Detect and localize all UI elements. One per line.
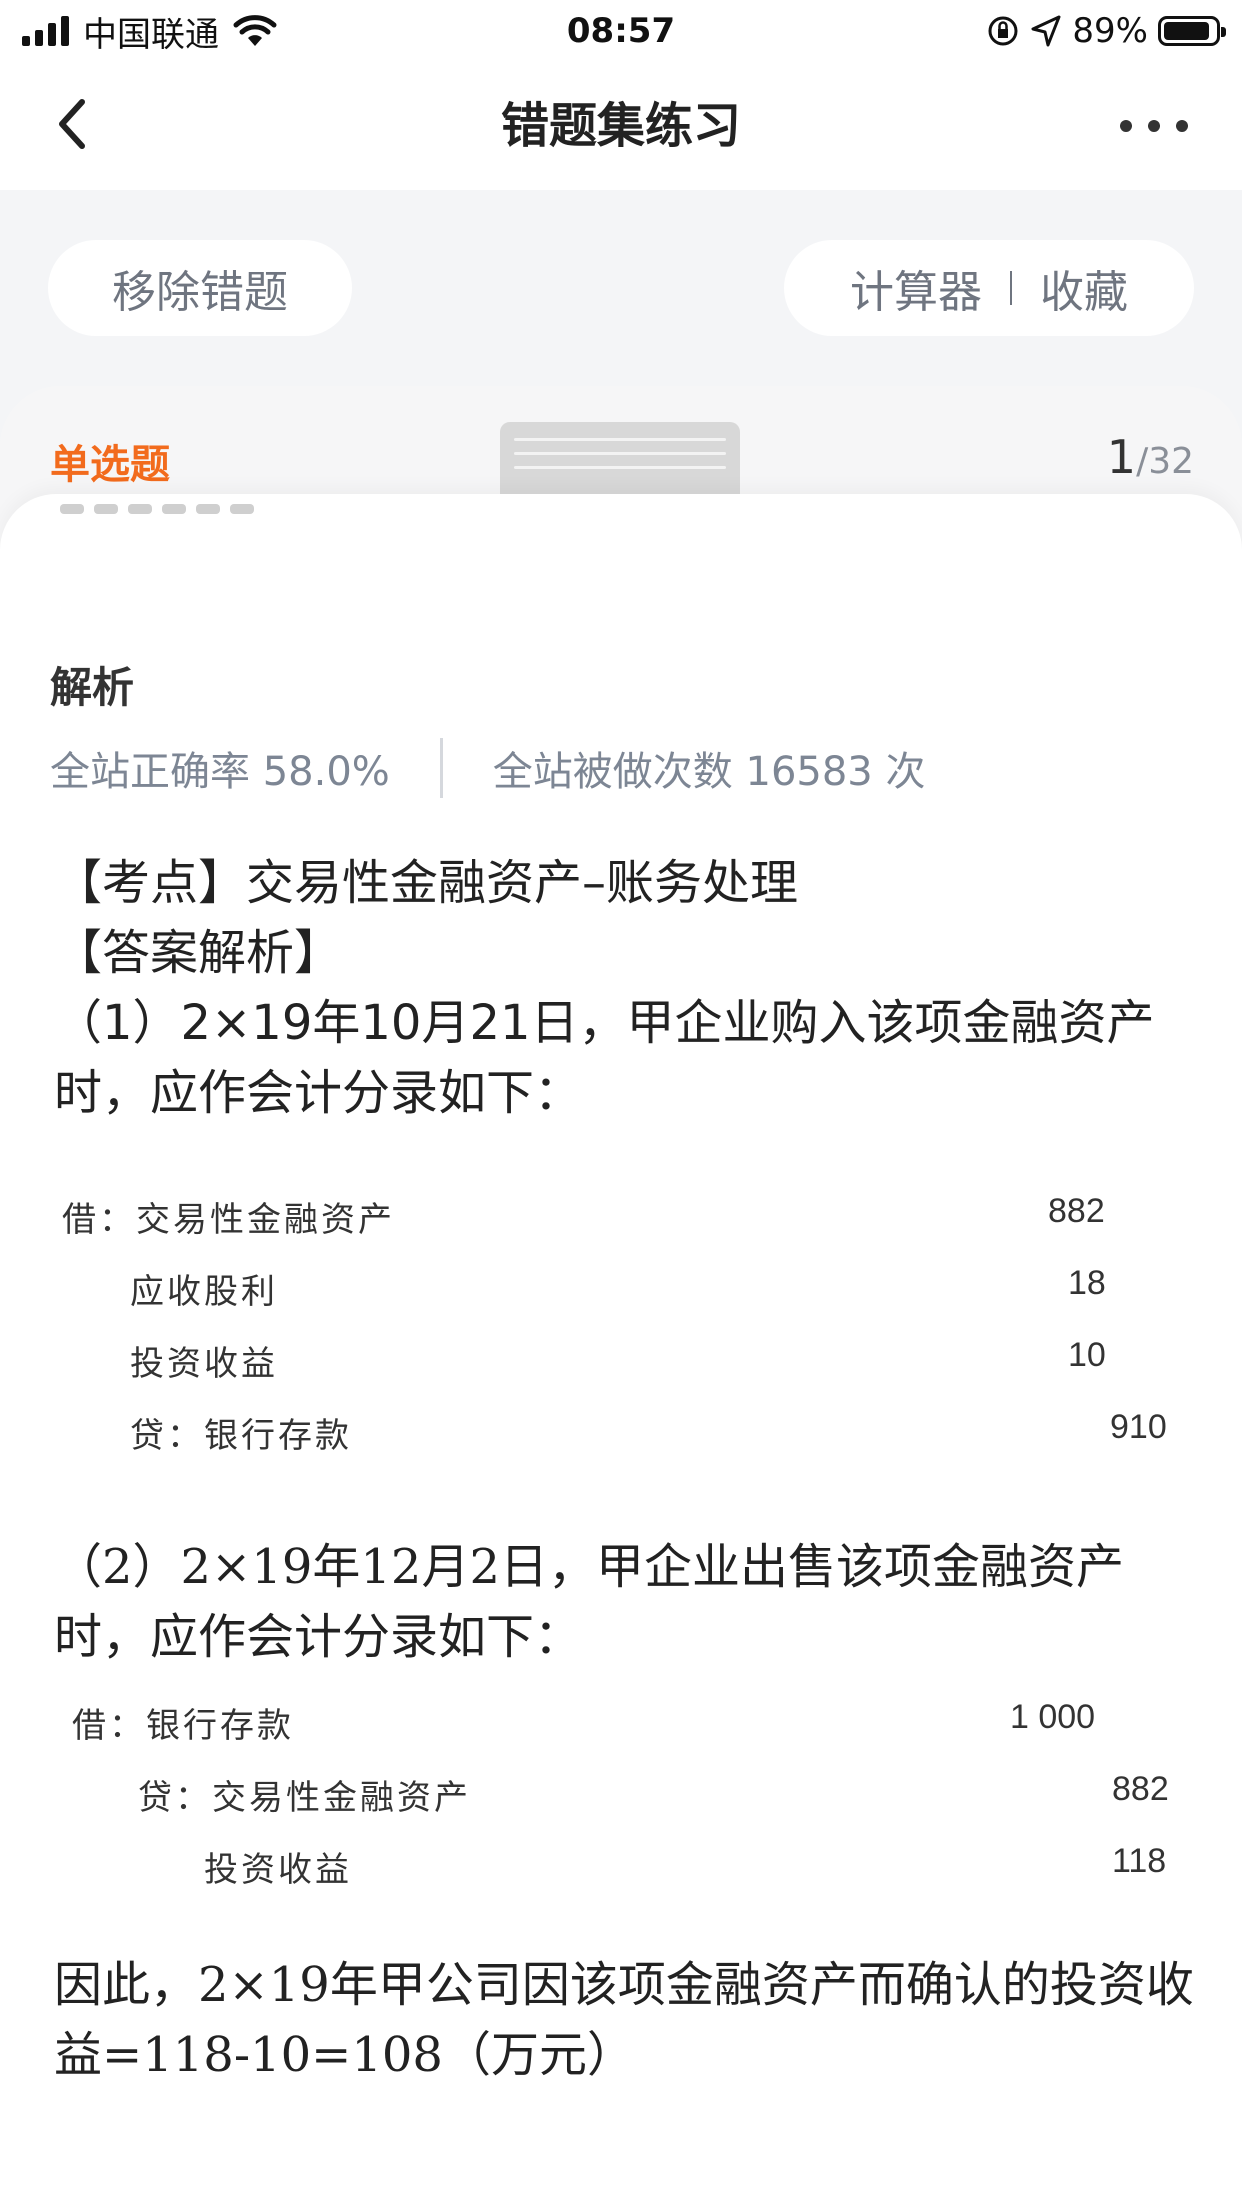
battery-icon [1158,16,1226,46]
attempt-count: 全站被做次数 16583 次 [492,749,926,795]
drag-handle[interactable] [500,422,740,494]
status-bar: 中国联通 08:57 89% [0,0,1242,62]
favorite-button[interactable]: 收藏 [1040,256,1128,320]
conclusion-text: 因此，2×19年甲公司因该项金融资产而确认的投资收益=118-10=108（万元… [54,1957,1194,2083]
entry-label: 投资收益 [130,1346,278,1383]
battery-percent: 89% [1072,11,1148,51]
divider [1010,271,1012,305]
location-arrow-icon [1031,15,1061,47]
total-questions: /32 [1136,441,1194,482]
entry1-row: 贷：银行存款 910 [62,1408,1182,1455]
stats-row: 全站正确率 58.0% 全站被做次数 16583 次 [50,738,925,798]
entry-amount: 910 [1110,1408,1167,1446]
entry-label: 借：交易性金融资产 [62,1202,395,1239]
nav-bar: 错题集练习 [0,62,1242,190]
more-dots-icon[interactable] [1114,106,1194,146]
entry-label: 投资收益 [204,1852,352,1889]
entry-amount: 10 [1068,1336,1106,1374]
status-right: 89% [986,8,1226,54]
entry1-row: 投资收益 10 [62,1336,1182,1383]
entry-amount: 118 [1112,1842,1167,1880]
entry-label: 应收股利 [130,1274,278,1311]
entry-amount: 882 [1048,1192,1105,1230]
stats-divider [439,738,443,798]
question-counter: 1/32 [1107,430,1194,484]
tools-pill: 计算器 收藏 [784,240,1194,336]
entry2-row: 贷：交易性金融资产 882 [62,1770,1182,1817]
accuracy-rate: 全站正确率 58.0% [50,749,390,795]
entry-label: 贷：交易性金融资产 [138,1780,471,1817]
entry-label: 借：银行存款 [72,1708,294,1745]
entry1-row: 借：交易性金融资产 882 [62,1192,1182,1239]
answer-heading: 【答案解析】 [54,925,343,981]
entry-amount: 1 000 [1010,1698,1096,1736]
analysis-heading: 解析 [50,663,135,712]
scrolled-text-fragment [60,494,400,524]
step-2-text: （2）2×19年12月2日，甲企业出售该项金融资产时，应作会计分录如下： [54,1539,1124,1665]
page-title: 错题集练习 [500,98,741,154]
battery-fill [1164,22,1209,40]
entry-label: 贷：银行存款 [130,1418,352,1455]
analysis-sheet[interactable]: 解析 全站正确率 58.0% 全站被做次数 16583 次 【考点】交易性金融资… [0,494,1242,2208]
calculator-button[interactable]: 计算器 [850,256,982,320]
entry1-row: 应收股利 18 [62,1264,1182,1311]
current-question-number: 1 [1106,430,1137,484]
entry-amount: 882 [1112,1770,1169,1808]
exam-point: 【考点】交易性金融资产–账务处理 [54,855,799,911]
step-1-text: （1）2×19年10月21日，甲企业购入该项金融资产时，应作会计分录如下： [54,995,1155,1121]
entry2-row: 借：银行存款 1 000 [62,1698,1182,1745]
rotation-lock-icon [988,16,1018,46]
analysis-text: 【考点】交易性金融资产–账务处理 【答案解析】 （1）2×19年10月21日，甲… [54,848,1194,1128]
entry2-row: 投资收益 118 [62,1842,1182,1889]
question-type: 单选题 [50,442,170,488]
entry-amount: 18 [1068,1264,1106,1302]
remove-wrong-question-button[interactable]: 移除错题 [48,240,352,336]
